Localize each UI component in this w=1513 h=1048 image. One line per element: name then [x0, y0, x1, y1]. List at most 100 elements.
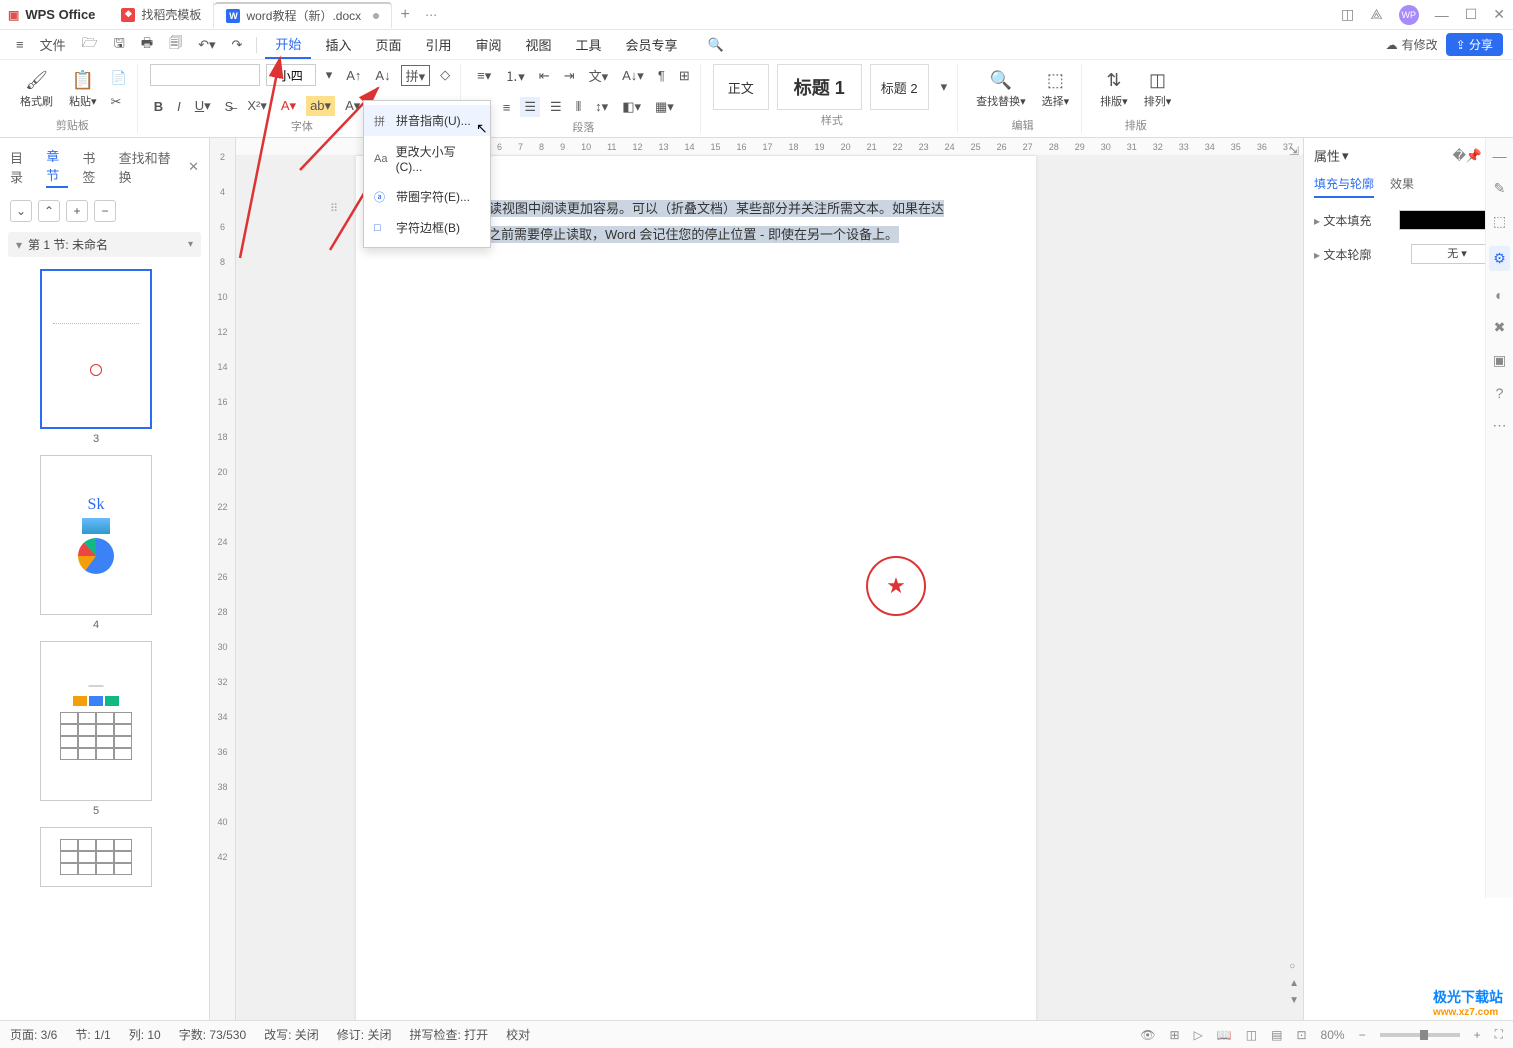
cut-icon[interactable]: ✂ [107, 92, 131, 112]
ruler-pin-icon[interactable]: ⇲ [1289, 144, 1299, 158]
menutab-insert[interactable]: 插入 [315, 31, 361, 58]
navtab-toc[interactable]: 目录 [10, 148, 32, 186]
view-layout-icon[interactable]: ◫ [1246, 1028, 1257, 1042]
tab-document[interactable]: W word教程（新）.docx [214, 2, 392, 28]
view-eye-icon[interactable]: 👁 [1140, 1028, 1155, 1042]
selected-text[interactable]: 在新的阅读视图中阅读更加容易。可以（折叠文档）某些部分并关注所需文本。如果在达到… [436, 200, 944, 243]
sort-button[interactable]: A↓▾ [618, 66, 648, 86]
redo-button[interactable]: ↷ [226, 33, 249, 57]
outdent-button[interactable]: ⇤ [535, 66, 554, 86]
layout-icon[interactable]: ▣ [1493, 352, 1506, 369]
more-icon[interactable]: ⋯ [1493, 417, 1507, 434]
shrink-font-icon[interactable]: A↓ [371, 66, 394, 85]
fullscreen-icon[interactable]: ⛶ [1495, 1027, 1503, 1042]
proptab-effect[interactable]: 效果 [1390, 175, 1414, 198]
select-button[interactable]: ⬚选择▾ [1036, 66, 1076, 113]
dropdown-item-enclosed[interactable]: ⓐ带圈字符(E)... [364, 181, 490, 212]
navtab-find[interactable]: 查找和替换 [119, 148, 174, 186]
zoom-in-button[interactable]: + [1474, 1028, 1481, 1042]
close-nav-button[interactable]: ✕ [188, 159, 199, 175]
menutab-page[interactable]: 页面 [365, 31, 411, 58]
section-header[interactable]: 第 1 节: 未命名 [8, 232, 201, 257]
document-canvas[interactable]: 5678910111213141516171819202122232425262… [236, 138, 1303, 1026]
panel-icon[interactable]: ◫ [1341, 6, 1354, 23]
clear-format-icon[interactable]: ◇ [436, 65, 454, 85]
dropdown-item-border[interactable]: □字符边框(B) [364, 212, 490, 243]
font-family-select[interactable] [150, 64, 260, 86]
borders-button[interactable]: ▦▾ [651, 97, 678, 117]
text-direction-button[interactable]: 文▾ [585, 64, 613, 87]
view-grid-icon[interactable]: ⊞ [1170, 1028, 1180, 1042]
select-tool-icon[interactable]: ⬚ [1493, 213, 1506, 230]
style-normal[interactable]: 正文 [713, 64, 769, 110]
menutab-tools[interactable]: 工具 [566, 31, 612, 58]
status-column[interactable]: 列: 10 [129, 1026, 161, 1043]
font-color-button[interactable]: A▾ [277, 96, 300, 116]
remove-section-button[interactable]: − [94, 200, 116, 222]
preview-icon[interactable]: 🗐 [163, 30, 188, 60]
open-icon[interactable]: 🗁 [76, 30, 104, 60]
dropdown-item-case[interactable]: Aa更改大小写(C)... [364, 136, 490, 181]
save-icon[interactable]: 🖫 [108, 30, 131, 60]
zoom-value[interactable]: 80% [1321, 1028, 1345, 1042]
drag-handle-icon[interactable]: ⠿ [330, 202, 340, 215]
tab-menu-button[interactable]: ⋯ [418, 8, 444, 22]
status-words[interactable]: 字数: 73/530 [179, 1026, 246, 1043]
maximize-button[interactable]: ☐ [1465, 6, 1478, 23]
page-thumbnail-5[interactable]: ═══ [40, 641, 152, 801]
table-button[interactable]: ⊞ [675, 66, 694, 86]
format-painter-button[interactable]: 🖌格式刷 [14, 66, 59, 113]
align-right-button[interactable]: ☰ [520, 97, 540, 117]
minimize-button[interactable]: — [1435, 7, 1449, 23]
view-web-icon[interactable]: ▤ [1271, 1028, 1282, 1042]
tools-icon[interactable]: ✖ [1494, 319, 1506, 336]
menutab-view[interactable]: 视图 [516, 31, 562, 58]
page-thumbnail-6[interactable] [40, 827, 152, 887]
indent-button[interactable]: ⇥ [560, 66, 579, 86]
bold-button[interactable]: B [150, 97, 167, 116]
color-swatch[interactable] [1399, 210, 1491, 230]
underline-button[interactable]: U▾ [191, 96, 215, 116]
pen-icon[interactable]: ✎ [1494, 180, 1506, 197]
status-page[interactable]: 页面: 3/6 [10, 1026, 57, 1043]
paste-button[interactable]: 📋粘贴▾ [63, 66, 103, 113]
arrange-button[interactable]: ◫排列▾ [1138, 66, 1178, 113]
page-thumbnail-3[interactable] [40, 269, 152, 429]
page-thumbnail-4[interactable]: Sk [40, 455, 152, 615]
line-spacing-button[interactable]: ↕▾ [591, 97, 612, 117]
text-fill-label[interactable]: 文本填充 [1314, 212, 1371, 229]
text-outline-label[interactable]: 文本轮廓 [1314, 246, 1371, 263]
style-heading1[interactable]: 标题 1 [777, 64, 862, 110]
zoom-out-button[interactable]: − [1359, 1028, 1366, 1042]
status-rewrite[interactable]: 改写: 关闭 [264, 1026, 319, 1043]
add-section-button[interactable]: + [66, 200, 88, 222]
style-heading2[interactable]: 标题 2 [870, 64, 929, 110]
close-button[interactable]: ✕ [1493, 6, 1505, 23]
help-icon[interactable]: ? [1496, 385, 1504, 401]
numbering-button[interactable]: ⒈▾ [501, 64, 529, 87]
pin-icon[interactable]: �📌 [1453, 148, 1483, 164]
file-menu[interactable]: 文件 [34, 31, 72, 58]
align-center-button[interactable]: ≡ [499, 98, 515, 117]
marks-button[interactable]: ¶ [654, 66, 669, 85]
tab-templates[interactable]: ❖ 找稻壳模板 [109, 2, 214, 28]
navtab-bookmark[interactable]: 书签 [82, 148, 104, 186]
new-tab-button[interactable]: + [392, 6, 418, 24]
document-page[interactable]: ⠿ 在新的阅读视图中阅读更加容易。可以（折叠文档）某些部分并关注所需文本。如果在… [356, 156, 1036, 1026]
collapse-button[interactable]: ⌄ [10, 200, 32, 222]
dropdown-item-pinyin[interactable]: 拼拼音指南(U)... [364, 105, 490, 136]
size-dropdown-icon[interactable]: ▾ [322, 65, 337, 85]
cube-icon[interactable]: ⟁ [1370, 6, 1383, 23]
char-shading-button[interactable]: A▾ [341, 96, 364, 116]
style-tool-icon[interactable]: ⚙ [1489, 246, 1510, 271]
menutab-member[interactable]: 会员专享 [616, 31, 688, 58]
menutab-start[interactable]: 开始 [265, 30, 311, 59]
status-proof[interactable]: 校对 [506, 1026, 530, 1043]
find-replace-button[interactable]: 🔍查找替换▾ [970, 66, 1032, 113]
collapse-sidebar-icon[interactable]: — [1493, 148, 1507, 164]
undo-button[interactable]: ↶▾ [192, 33, 221, 57]
bullets-button[interactable]: ≡▾ [473, 66, 495, 86]
typeset-button[interactable]: ⇅排版▾ [1094, 66, 1134, 113]
superscript-button[interactable]: X²▾ [243, 96, 271, 116]
view-outline-icon[interactable]: ⊡ [1296, 1028, 1306, 1042]
